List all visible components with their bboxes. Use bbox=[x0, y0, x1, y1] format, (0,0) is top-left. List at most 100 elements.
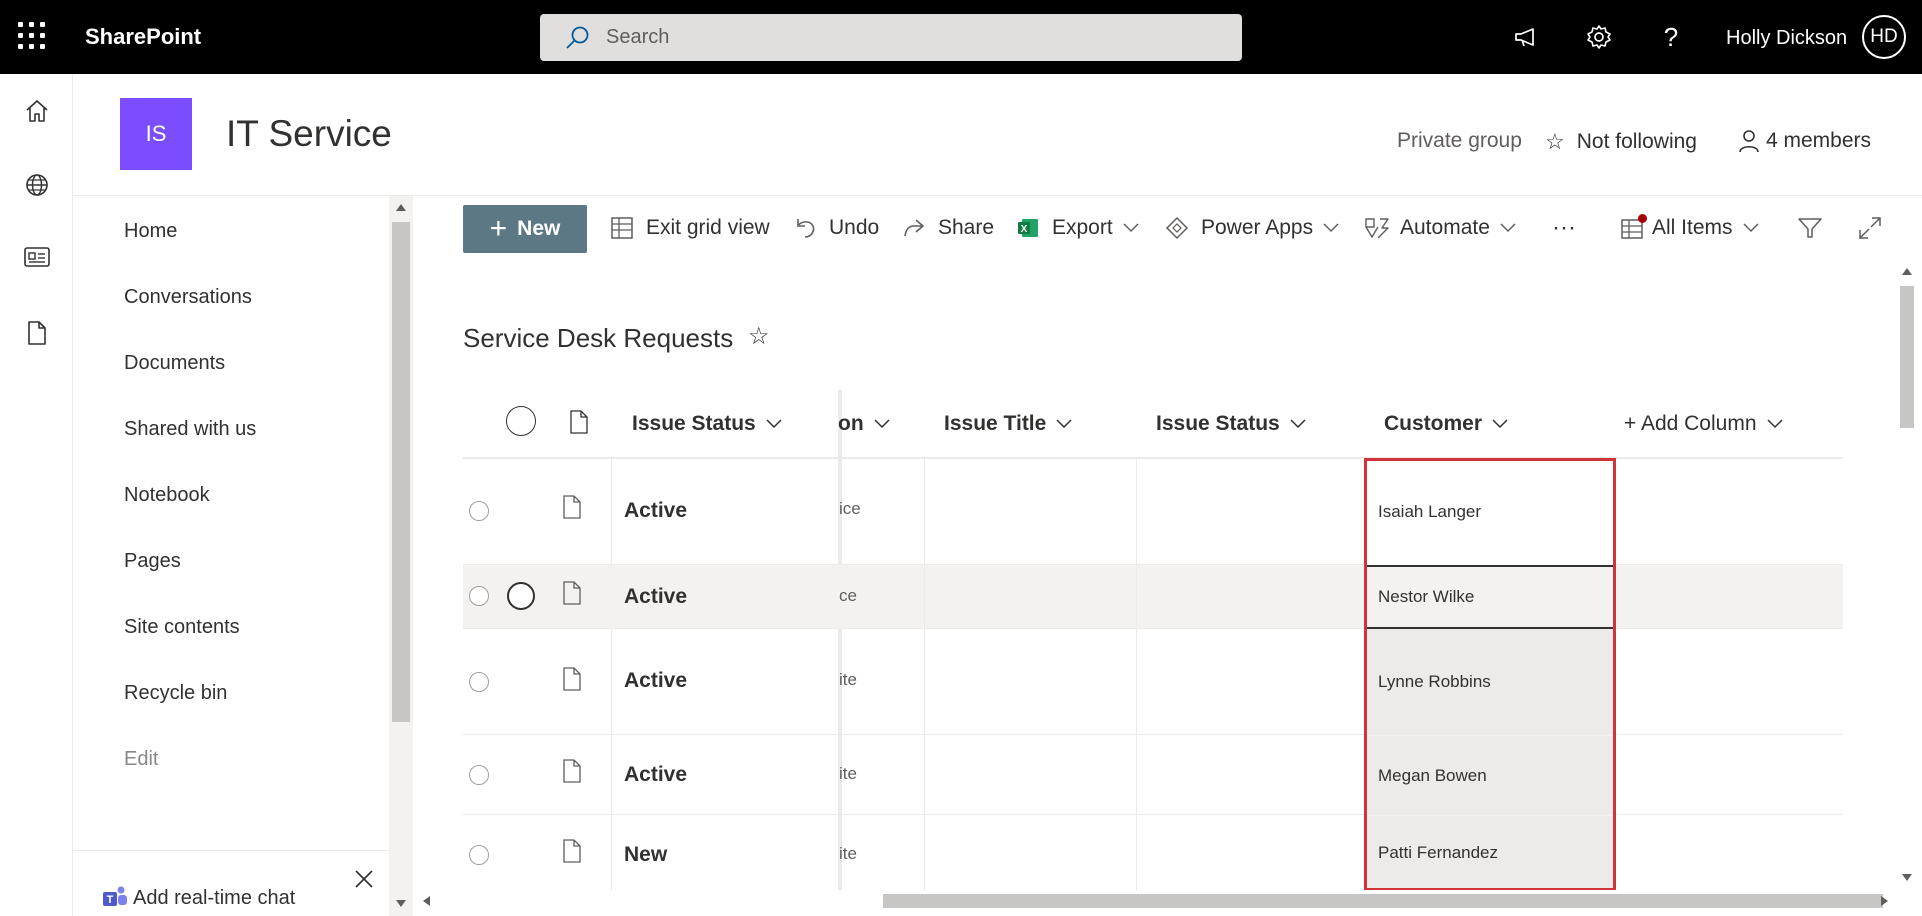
nav-item-home[interactable]: Home bbox=[124, 220, 177, 243]
row-select-checkbox[interactable] bbox=[469, 672, 489, 692]
customer-cell[interactable]: Patti Fernandez bbox=[1366, 815, 1614, 890]
scroll-down-arrow[interactable] bbox=[396, 900, 406, 907]
scroll-right-arrow[interactable] bbox=[1881, 896, 1888, 906]
add-chat-link[interactable]: Add real-time chat bbox=[133, 887, 295, 910]
issue-status-cell[interactable]: Active bbox=[624, 763, 687, 787]
nav-edit-link[interactable]: Edit bbox=[124, 748, 158, 771]
row-select-checkbox[interactable] bbox=[469, 845, 489, 865]
close-icon[interactable] bbox=[354, 869, 374, 889]
nav-item-recycle-bin[interactable]: Recycle bin bbox=[124, 682, 227, 705]
doc-type-icon bbox=[563, 759, 581, 783]
truncated-cell[interactable]: ite bbox=[839, 844, 857, 864]
app-launcher-icon[interactable] bbox=[18, 22, 46, 50]
customer-cell[interactable]: Isaiah Langer bbox=[1366, 459, 1614, 565]
add-column-button[interactable]: + Add Column bbox=[1624, 412, 1783, 436]
nav-item-documents[interactable]: Documents bbox=[124, 352, 225, 375]
customer-cell[interactable]: Lynne Robbins bbox=[1366, 629, 1614, 735]
automate-label: Automate bbox=[1400, 216, 1490, 239]
globe-icon[interactable] bbox=[22, 170, 52, 200]
undo-button[interactable]: Undo bbox=[793, 203, 879, 253]
issue-status-cell[interactable]: New bbox=[624, 843, 667, 867]
nav-scroll-thumb[interactable] bbox=[392, 222, 410, 722]
avatar[interactable]: HD bbox=[1862, 15, 1906, 59]
search-input[interactable] bbox=[606, 26, 1206, 49]
truncated-cell[interactable]: ce bbox=[839, 586, 857, 606]
app-name[interactable]: SharePoint bbox=[85, 24, 201, 50]
table-row[interactable]: Active ce bbox=[463, 565, 1843, 629]
view-selector[interactable]: All Items bbox=[1620, 203, 1759, 253]
export-button[interactable]: X Export bbox=[1016, 203, 1139, 253]
follow-button[interactable]: ☆ Not following bbox=[1545, 129, 1697, 155]
gear-icon[interactable] bbox=[1584, 22, 1614, 52]
chevron-down-icon bbox=[1123, 223, 1139, 233]
table-row[interactable]: New ite bbox=[463, 815, 1843, 890]
column-header-issue-status-2[interactable]: Issue Status bbox=[1156, 412, 1306, 436]
column-header-customer[interactable]: Customer bbox=[1384, 412, 1508, 436]
issue-status-cell[interactable]: Active bbox=[624, 585, 687, 609]
chevron-down-icon bbox=[1290, 419, 1306, 429]
column-header-issue-title[interactable]: Issue Title bbox=[944, 412, 1072, 436]
truncated-cell[interactable]: ite bbox=[839, 670, 857, 690]
nav-item-pages[interactable]: Pages bbox=[124, 550, 181, 573]
automate-icon bbox=[1365, 218, 1389, 239]
column-header-label: Issue Status bbox=[632, 412, 756, 435]
issue-status-cell[interactable]: Active bbox=[624, 669, 687, 693]
chevron-down-icon bbox=[874, 419, 890, 429]
expand-icon[interactable] bbox=[1858, 203, 1882, 253]
list-horizontal-scrollbar[interactable] bbox=[415, 890, 1896, 912]
truncated-cell[interactable]: ite bbox=[839, 764, 857, 784]
select-all-checkbox[interactable] bbox=[506, 406, 536, 436]
chevron-down-icon bbox=[1766, 419, 1783, 429]
share-icon bbox=[904, 219, 924, 237]
exit-grid-view-button[interactable]: Exit grid view bbox=[610, 203, 770, 253]
row-select-radio[interactable] bbox=[507, 582, 535, 610]
megaphone-icon[interactable] bbox=[1512, 22, 1542, 52]
row-select-checkbox[interactable] bbox=[469, 586, 489, 606]
nav-scrollbar[interactable] bbox=[389, 196, 413, 916]
table-row[interactable]: Active ite bbox=[463, 629, 1843, 735]
file-icon[interactable] bbox=[22, 318, 52, 348]
truncated-cell[interactable]: ice bbox=[839, 499, 861, 519]
scroll-up-arrow[interactable] bbox=[396, 204, 406, 211]
site-logo[interactable]: IS bbox=[120, 98, 192, 170]
row-select-checkbox[interactable] bbox=[469, 501, 489, 521]
issue-status-cell[interactable]: Active bbox=[624, 499, 687, 523]
filter-icon[interactable] bbox=[1797, 203, 1823, 253]
search-box[interactable] bbox=[540, 14, 1242, 61]
column-header-label: Customer bbox=[1384, 412, 1483, 435]
home-icon[interactable] bbox=[22, 96, 52, 126]
news-icon[interactable] bbox=[22, 242, 52, 272]
nav-item-site-contents[interactable]: Site contents bbox=[124, 616, 240, 639]
table-row[interactable]: Active ite bbox=[463, 735, 1843, 815]
nav-item-conversations[interactable]: Conversations bbox=[124, 286, 252, 309]
table-row[interactable]: Active ice bbox=[463, 459, 1843, 565]
automate-button[interactable]: Automate bbox=[1364, 203, 1516, 253]
new-button[interactable]: + New bbox=[463, 205, 587, 253]
chevron-down-icon bbox=[1500, 223, 1516, 233]
share-button[interactable]: Share bbox=[902, 203, 994, 253]
nav-item-shared-with-us[interactable]: Shared with us bbox=[124, 418, 256, 441]
column-header-truncated[interactable]: on bbox=[838, 412, 890, 436]
power-apps-button[interactable]: Power Apps bbox=[1165, 203, 1339, 253]
nav-item-notebook[interactable]: Notebook bbox=[124, 484, 210, 507]
horizontal-scroll-thumb[interactable] bbox=[883, 894, 1883, 908]
doc-type-icon bbox=[563, 667, 581, 691]
vertical-scroll-thumb[interactable] bbox=[1900, 286, 1914, 428]
column-header-issue-status[interactable]: Issue Status bbox=[632, 412, 782, 436]
scroll-up-arrow[interactable] bbox=[1902, 268, 1912, 275]
doc-type-icon[interactable] bbox=[569, 410, 589, 434]
help-icon[interactable]: ? bbox=[1656, 22, 1686, 52]
customer-cell[interactable]: Nestor Wilke bbox=[1366, 565, 1614, 629]
site-title[interactable]: IT Service bbox=[226, 113, 392, 155]
favorite-star-icon[interactable]: ☆ bbox=[748, 322, 770, 351]
row-select-checkbox[interactable] bbox=[469, 765, 489, 785]
list-vertical-scrollbar[interactable] bbox=[1896, 262, 1918, 890]
scroll-left-arrow[interactable] bbox=[423, 896, 430, 906]
members-button[interactable]: 4 members bbox=[1738, 129, 1871, 153]
customer-cell[interactable]: Megan Bowen bbox=[1366, 735, 1614, 815]
more-actions-button[interactable]: ··· bbox=[1552, 203, 1576, 253]
scroll-down-arrow[interactable] bbox=[1902, 874, 1912, 881]
cell-divider bbox=[1136, 565, 1137, 629]
user-name[interactable]: Holly Dickson bbox=[1726, 27, 1847, 50]
power-apps-icon bbox=[1165, 216, 1189, 240]
